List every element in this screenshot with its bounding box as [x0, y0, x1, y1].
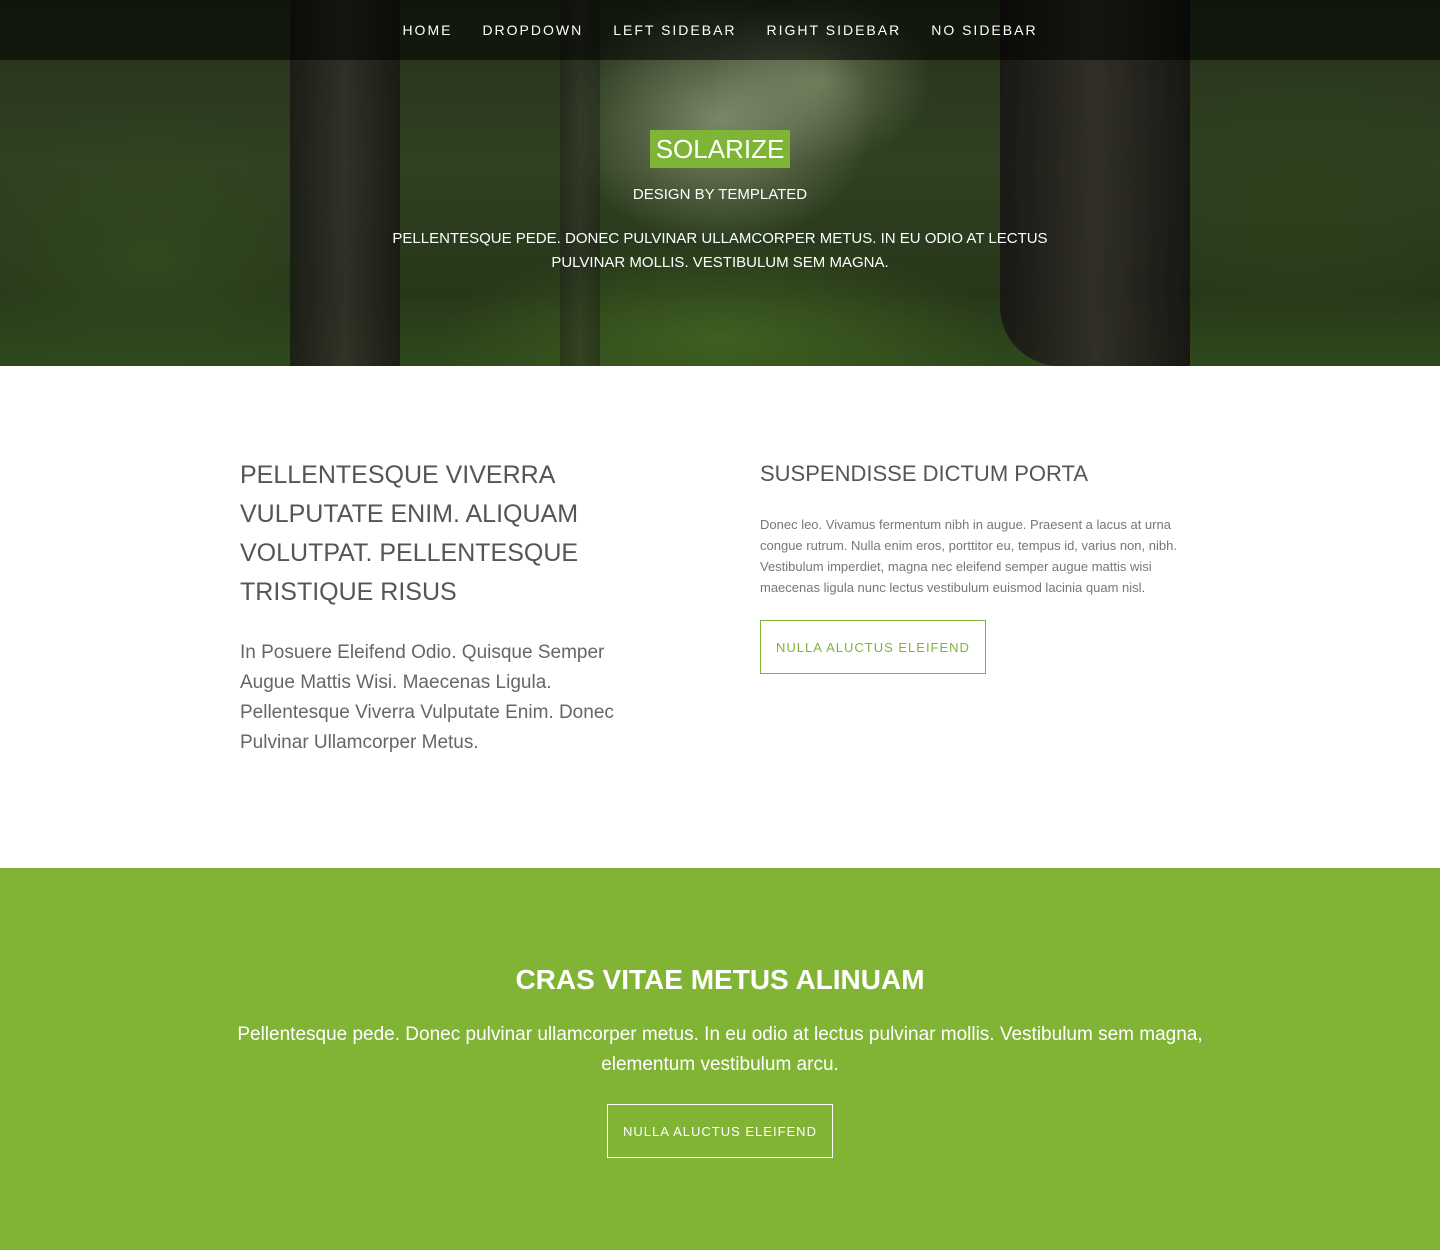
- nav-item-left-sidebar[interactable]: LEFT SIDEBAR: [598, 0, 751, 60]
- hero-description: PELLENTESQUE PEDE. DONEC PULVINAR ULLAMC…: [392, 230, 1048, 271]
- right-column-button[interactable]: NULLA ALUCTUS ELEIFEND: [760, 620, 986, 674]
- band-text: Pellentesque pede. Donec pulvinar ullamc…: [237, 1024, 1203, 1075]
- hero-content: SOLARIZE DESIGN BY TEMPLATED PELLENTESQU…: [0, 130, 1440, 275]
- nav-item-dropdown[interactable]: DROPDOWN: [467, 0, 598, 60]
- hero-banner: HOME DROPDOWN LEFT SIDEBAR RIGHT SIDEBAR…: [0, 0, 1440, 366]
- nav-item-no-sidebar[interactable]: NO SIDEBAR: [916, 0, 1052, 60]
- left-column-lead: In Posuere Eleifend Odio. Quisque Semper…: [240, 642, 614, 753]
- hero-byline: DESIGN BY TEMPLATED: [632, 186, 808, 203]
- nav-item-home[interactable]: HOME: [387, 0, 467, 60]
- site-logo[interactable]: SOLARIZE: [649, 130, 791, 168]
- top-nav: HOME DROPDOWN LEFT SIDEBAR RIGHT SIDEBAR…: [0, 0, 1440, 60]
- band-button[interactable]: NULLA ALUCTUS ELEIFEND: [607, 1104, 833, 1158]
- left-column-title: PELLENTESQUE VIVERRA VULPUTATE ENIM. ALI…: [240, 461, 579, 606]
- main-content: PELLENTESQUE VIVERRA VULPUTATE ENIM. ALI…: [0, 366, 1440, 868]
- nav-item-right-sidebar[interactable]: RIGHT SIDEBAR: [752, 0, 917, 60]
- right-column-body: Donec leo. Vivamus fermentum nibh in aug…: [760, 517, 1177, 595]
- right-column: SUSPENDISSE DICTUM PORTA Donec leo. Viva…: [760, 456, 1200, 674]
- band-title: CRAS VITAE METUS ALINUAM: [515, 964, 925, 995]
- right-column-title: SUSPENDISSE DICTUM PORTA: [760, 461, 1089, 486]
- left-column: PELLENTESQUE VIVERRA VULPUTATE ENIM. ALI…: [240, 456, 660, 758]
- green-cta-band: CRAS VITAE METUS ALINUAM Pellentesque pe…: [0, 868, 1440, 1250]
